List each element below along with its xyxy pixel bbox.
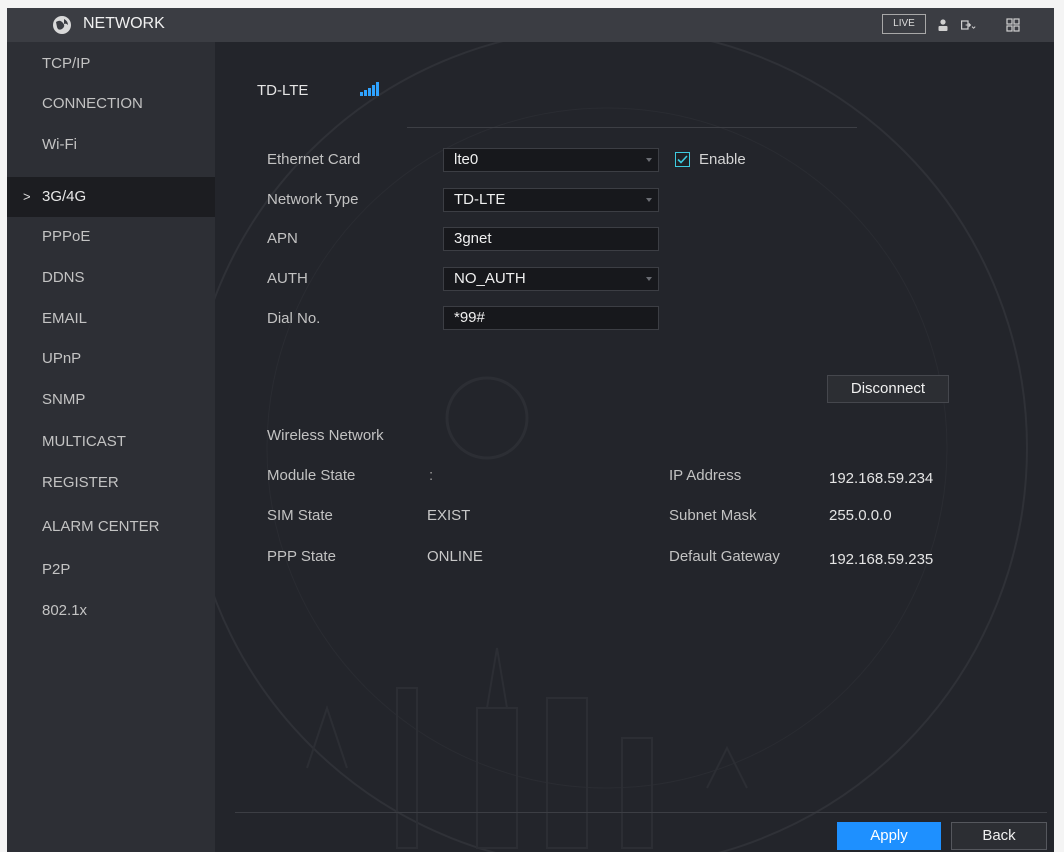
enable-checkbox[interactable] (675, 152, 690, 167)
ethernet-card-label: Ethernet Card (267, 151, 361, 168)
apply-button[interactable]: Apply (837, 822, 941, 850)
sidebar-item-label: P2P (42, 561, 71, 578)
ip-address-value: 192.168.59.234 (829, 470, 934, 487)
ppp-state-label: PPP State (267, 548, 336, 565)
apn-label: APN (267, 230, 298, 247)
sidebar-item-upnp[interactable]: UPnP (7, 339, 215, 379)
apn-value: 3gnet (454, 230, 492, 247)
sidebar-item-label: TCP/IP (42, 55, 91, 72)
dial-no-value: *99# (454, 309, 485, 326)
sidebar-item-pppoe[interactable]: PPPoE (7, 217, 215, 257)
signal-strength-icon (360, 82, 379, 96)
enable-label: Enable (699, 151, 746, 168)
sidebar-item-multicast[interactable]: MULTICAST (7, 422, 215, 462)
grid-icon[interactable] (1005, 17, 1021, 33)
sidebar-item-label: MULTICAST (42, 433, 126, 450)
default-gateway-label: Default Gateway (669, 548, 780, 565)
sidebar-item-label: DDNS (42, 269, 85, 286)
disconnect-button[interactable]: Disconnect (827, 375, 949, 403)
auth-select[interactable]: NO_AUTH (443, 267, 659, 291)
sidebar-item-label: EMAIL (42, 310, 88, 327)
sidebar-item-8021x[interactable]: 802.1x (7, 591, 215, 631)
ethernet-card-value: lte0 (454, 151, 479, 168)
sidebar-item-wifi[interactable]: Wi-Fi (7, 125, 215, 165)
sidebar-item-label: UPnP (42, 350, 82, 367)
logout-icon[interactable] (960, 17, 976, 33)
network-type-label: Network Type (267, 191, 359, 208)
divider (407, 127, 857, 128)
live-button[interactable]: LIVE (882, 14, 926, 34)
wireless-network-heading: Wireless Network (267, 427, 384, 444)
divider (235, 812, 1047, 813)
active-marker: > (23, 189, 31, 204)
auth-label: AUTH (267, 270, 308, 287)
sidebar-item-label: ALARM CENTER (42, 518, 160, 535)
sidebar-item-label: 802.1x (42, 602, 88, 619)
sidebar-item-label: CONNECTION (42, 95, 143, 112)
apn-input[interactable]: 3gnet (443, 227, 659, 251)
sidebar-item-label: Wi-Fi (42, 136, 77, 153)
network-type-select[interactable]: TD-LTE (443, 188, 659, 212)
module-state-label: Module State (267, 467, 356, 484)
sidebar-item-label: 3G/4G (42, 188, 87, 205)
subnet-mask-value: 255.0.0.0 (829, 507, 892, 524)
module-state-value: : (429, 467, 434, 484)
default-gateway-value: 192.168.59.235 (829, 551, 934, 568)
sidebar: TCP/IP CONNECTION Wi-Fi > 3G/4G PPPoE DD… (7, 42, 215, 852)
sim-state-label: SIM State (267, 507, 333, 524)
ethernet-card-select[interactable]: lte0 (443, 148, 659, 172)
sidebar-item-tcpip[interactable]: TCP/IP (7, 44, 215, 84)
sidebar-item-label: PPPoE (42, 228, 91, 245)
top-bar: NETWORK LIVE (7, 8, 1054, 42)
subnet-mask-label: Subnet Mask (669, 507, 757, 524)
sidebar-item-p2p[interactable]: P2P (7, 550, 215, 590)
network-type-value: TD-LTE (454, 191, 506, 208)
chevron-down-icon (646, 158, 652, 162)
chevron-down-icon (646, 277, 652, 281)
network-globe-icon (53, 16, 71, 34)
dial-no-input[interactable]: *99# (443, 306, 659, 330)
sidebar-item-register[interactable]: REGISTER (7, 463, 215, 503)
section-heading: TD-LTE (257, 82, 309, 99)
main-panel: TD-LTE Ethernet Card lte0 Enable Network… (215, 42, 1054, 852)
page-title: NETWORK (83, 15, 165, 32)
sidebar-item-3g4g[interactable]: > 3G/4G (7, 177, 215, 217)
sidebar-item-connection[interactable]: CONNECTION (7, 84, 215, 124)
sidebar-item-label: SNMP (42, 391, 86, 408)
network-settings-window: NETWORK LIVE TCP/IP CONNECTION Wi-Fi > 3… (7, 8, 1054, 852)
sidebar-item-ddns[interactable]: DDNS (7, 258, 215, 298)
chevron-down-icon (646, 198, 652, 202)
ip-address-label: IP Address (669, 467, 742, 484)
user-icon[interactable] (935, 17, 951, 33)
sidebar-item-label: REGISTER (42, 474, 119, 491)
sidebar-item-email[interactable]: EMAIL (7, 299, 215, 339)
sidebar-item-alarm-center[interactable]: ALARM CENTER (7, 507, 215, 547)
sidebar-item-snmp[interactable]: SNMP (7, 380, 215, 420)
ppp-state-value: ONLINE (427, 548, 483, 565)
auth-value: NO_AUTH (454, 270, 526, 287)
dial-no-label: Dial No. (267, 310, 321, 327)
back-button[interactable]: Back (951, 822, 1047, 850)
sim-state-value: EXIST (427, 507, 471, 524)
